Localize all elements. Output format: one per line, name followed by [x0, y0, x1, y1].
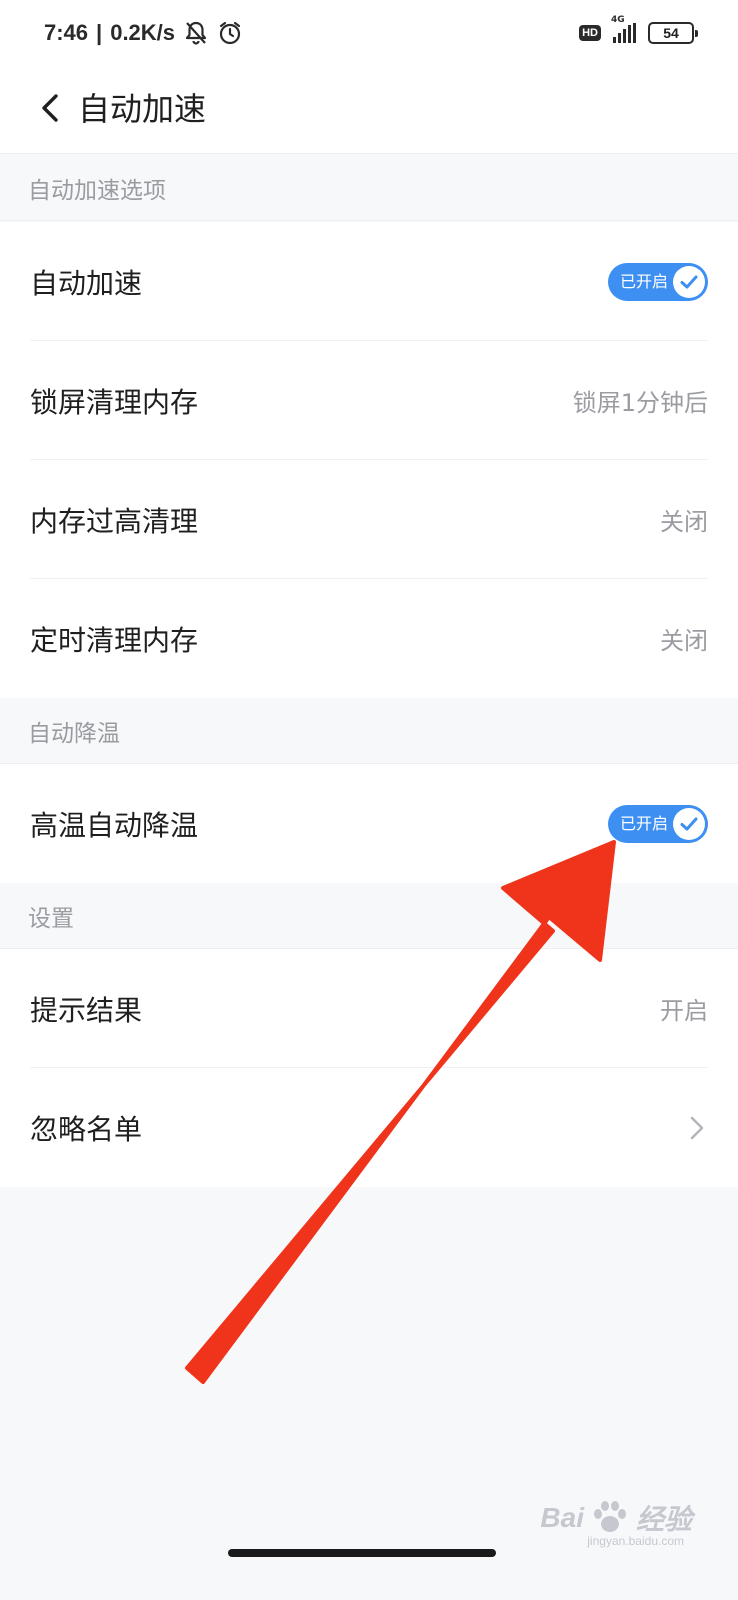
status-left: 7:46 | 0.2K/s — [44, 16, 243, 50]
baidu-watermark: Bai 经验 jingyan.baidu.com — [540, 1498, 692, 1548]
back-arrow-icon[interactable] — [36, 88, 66, 128]
status-separator: | — [96, 20, 103, 45]
setting-label: 定时清理内存 — [30, 623, 199, 657]
alarm-icon — [219, 21, 241, 45]
setting-label: 忽略名单 — [30, 1112, 143, 1146]
status-bar: 7:46 | 0.2K/s HD 4G 54 — [0, 0, 738, 66]
setting-label: 高温自动降温 — [30, 808, 199, 842]
auto-speed-toggle[interactable]: 已开启 — [608, 263, 708, 301]
setting-row-high-mem-clean[interactable]: 内存过高清理 关闭 — [0, 460, 738, 579]
toggle-knob — [673, 808, 705, 840]
section-header-auto-cool: 自动降温 — [0, 698, 738, 764]
setting-label: 提示结果 — [30, 993, 143, 1027]
app-bar: 自动加速 — [0, 66, 738, 154]
check-icon — [680, 817, 698, 831]
status-net-speed: 0.2K/s — [110, 20, 176, 45]
setting-label: 自动加速 — [30, 266, 143, 300]
toggle-knob — [673, 266, 705, 298]
setting-row-ignore-list[interactable]: 忽略名单 — [0, 1068, 738, 1187]
chevron-right-icon — [690, 1116, 704, 1140]
status-right: HD 4G 54 — [579, 15, 698, 50]
signal-icon: 4G — [611, 15, 636, 43]
setting-row-timed-clean[interactable]: 定时清理内存 关闭 — [0, 579, 738, 698]
status-time: 7:46 — [44, 20, 89, 45]
section-header-settings: 设置 — [0, 883, 738, 949]
setting-label: 锁屏清理内存 — [30, 385, 199, 419]
setting-row-show-result[interactable]: 提示结果 开启 — [0, 949, 738, 1068]
section-header-auto-speed: 自动加速选项 — [0, 155, 738, 221]
battery-level: 54 — [663, 25, 679, 41]
battery-icon: 54 — [648, 22, 698, 44]
setting-row-lock-clean[interactable]: 锁屏清理内存 锁屏1分钟后 — [0, 341, 738, 460]
setting-label: 内存过高清理 — [30, 504, 199, 538]
setting-value: 关闭 — [660, 508, 708, 536]
check-icon — [680, 275, 698, 289]
home-indicator[interactable] — [228, 1549, 496, 1557]
bell-off-icon — [185, 21, 207, 45]
watermark-brand: Bai — [540, 1502, 584, 1533]
setting-row-high-temp-cool[interactable]: 高温自动降温 已开启 — [0, 764, 738, 883]
page-title: 自动加速 — [78, 90, 207, 128]
setting-value: 开启 — [660, 997, 708, 1025]
watermark-suffix: 经验 — [635, 1504, 692, 1535]
setting-value: 锁屏1分钟后 — [572, 389, 708, 417]
setting-value: 关闭 — [660, 627, 708, 655]
network-type: 4G — [611, 15, 625, 25]
paw-logo-icon — [593, 1501, 626, 1532]
toggle-status-text: 已开启 — [620, 814, 669, 833]
toggle-status-text: 已开启 — [620, 272, 669, 291]
watermark-domain: jingyan.baidu.com — [587, 1534, 684, 1548]
setting-row-auto-speed[interactable]: 自动加速 已开启 — [0, 222, 738, 341]
high-temp-cool-toggle[interactable]: 已开启 — [608, 805, 708, 843]
hd-badge: HD — [579, 25, 601, 41]
